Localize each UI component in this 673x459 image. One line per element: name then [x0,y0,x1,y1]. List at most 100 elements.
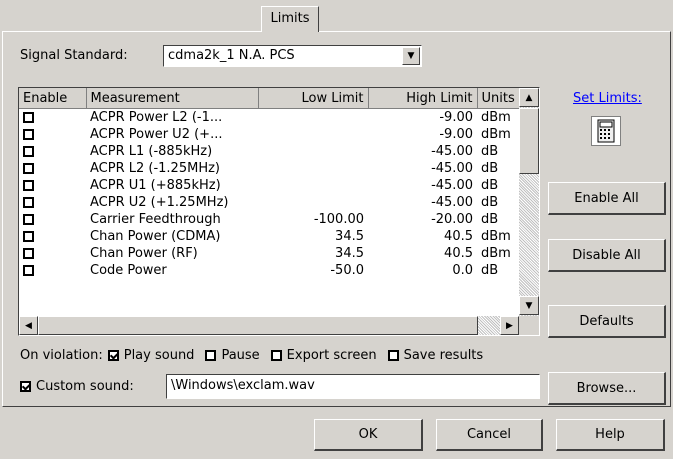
enable-all-button[interactable]: Enable All [548,182,666,215]
checkbox-unchecked-icon[interactable] [23,197,34,208]
horizontal-scrollbar-thumb[interactable] [38,316,478,335]
units-cell: dB [481,178,499,193]
browse-button[interactable]: Browse... [548,372,666,405]
calculator-icon[interactable] [591,116,621,146]
units-cell: dBm [481,110,511,125]
signal-standard-select[interactable]: cdma2k_1 N.A. PCS ▼ [163,45,422,67]
measurement-cell: Carrier Feedthrough [90,212,221,227]
units-cell: dBm [481,127,511,142]
table-row[interactable]: Carrier Feedthrough -100.00 -20.00 dB [19,211,519,228]
cancel-button[interactable]: Cancel [436,419,543,451]
high-limit-cell: -45.00 [431,195,473,210]
table-row[interactable]: ACPR Power L2 (-1... -9.00 dBm [19,109,519,127]
set-limits-link[interactable]: Set Limits: [573,91,642,106]
measurement-cell: ACPR U2 (+1.25MHz) [90,195,229,210]
play-sound-label: Play sound [123,348,195,363]
scroll-left-button[interactable]: ◀ [19,316,38,335]
checkbox-unchecked-icon[interactable] [270,350,282,361]
signal-standard-value: cdma2k_1 N.A. PCS [168,48,295,63]
units-cell: dB [481,263,499,278]
pause-checkbox[interactable]: Pause [205,348,260,363]
column-header-measurement[interactable]: Measurement [86,88,259,109]
low-limit-cell [258,143,368,160]
table-row[interactable]: ACPR U2 (+1.25MHz) -45.00 dB [19,194,519,211]
measurement-cell: ACPR L1 (-885kHz) [90,144,213,159]
high-limit-cell: -45.00 [431,178,473,193]
low-limit-cell [258,177,368,194]
measurement-cell: ACPR U1 (+885kHz) [90,178,221,193]
export-screen-label: Export screen [286,348,377,363]
column-header-enable[interactable]: Enable [19,88,87,109]
checkbox-unchecked-icon[interactable] [23,265,34,276]
measurement-cell: Code Power [90,263,167,278]
on-violation-row: On violation: Play sound Pause Export sc… [20,348,483,363]
enable-cell [19,143,86,160]
checkbox-unchecked-icon[interactable] [23,146,34,157]
disable-all-button[interactable]: Disable All [548,239,666,272]
export-screen-checkbox[interactable]: Export screen [270,348,377,363]
column-header-units[interactable]: Units [477,88,520,109]
low-limit-cell: -50.0 [330,263,364,278]
save-results-checkbox[interactable]: Save results [387,348,483,363]
table-row[interactable]: Chan Power (CDMA) 34.5 40.5 dBm [19,228,519,245]
checkbox-unchecked-icon[interactable] [387,350,399,361]
scroll-down-button[interactable]: ▼ [519,296,539,315]
checkbox-unchecked-icon[interactable] [23,214,34,225]
enable-cell [19,177,86,194]
table-row[interactable]: Chan Power (RF) 34.5 40.5 dBm [19,245,519,262]
custom-sound-path-value: \Windows\exclam.wav [171,378,315,393]
pause-label: Pause [221,348,260,363]
low-limit-cell [258,160,368,177]
ok-button[interactable]: OK [314,419,423,451]
scroll-right-button[interactable]: ▶ [500,316,519,335]
high-limit-cell: -9.00 [439,110,473,125]
limits-table[interactable]: Enable Measurement Low Limit High Limit … [18,87,540,336]
scroll-up-button[interactable]: ▲ [519,88,539,107]
enable-cell [19,262,86,279]
play-sound-checkbox[interactable]: Play sound [107,348,195,363]
low-limit-cell: 34.5 [335,246,364,261]
column-header-low-limit[interactable]: Low Limit [258,88,369,109]
table-row[interactable]: ACPR L2 (-1.25MHz) -45.00 dB [19,160,519,177]
defaults-button[interactable]: Defaults [548,305,666,338]
table-row[interactable]: ACPR U1 (+885kHz) -45.00 dB [19,177,519,194]
units-cell: dB [481,212,499,227]
units-cell: dB [481,161,499,176]
checkbox-unchecked-icon[interactable] [205,350,217,361]
low-limit-cell [258,126,368,143]
enable-cell [19,245,86,262]
scrollbar-thumb[interactable] [519,108,539,174]
table-row[interactable]: Code Power -50.0 0.0 dB [19,262,519,279]
high-limit-cell: -45.00 [431,144,473,159]
help-button[interactable]: Help [556,419,665,451]
checkbox-unchecked-icon[interactable] [23,180,34,191]
table-row[interactable]: ACPR L1 (-885kHz) -45.00 dB [19,143,519,160]
checkbox-unchecked-icon[interactable] [23,231,34,242]
units-cell: dB [481,144,499,159]
high-limit-cell: -45.00 [431,161,473,176]
checkbox-checked-icon[interactable] [107,350,119,361]
column-header-high-limit[interactable]: High Limit [368,88,478,109]
measurement-cell: ACPR Power L2 (-1... [90,110,223,125]
checkbox-unchecked-icon[interactable] [23,163,34,174]
checkbox-unchecked-icon[interactable] [23,112,34,123]
low-limit-cell [258,109,368,127]
tab-limits[interactable]: Limits [261,6,319,32]
high-limit-cell: 40.5 [444,229,473,244]
scrollbar-corner [519,316,539,335]
checkbox-unchecked-icon[interactable] [23,248,34,259]
horizontal-scrollbar[interactable]: ◀ ▶ [19,316,519,335]
table-row[interactable]: ACPR Power U2 (+... -9.00 dBm [19,126,519,143]
low-limit-cell: 34.5 [335,229,364,244]
measurement-cell: Chan Power (CDMA) [90,229,221,244]
custom-sound-checkbox[interactable]: Custom sound: [20,379,134,394]
checkbox-checked-icon[interactable] [20,381,31,392]
vertical-scrollbar[interactable]: ▲ ▼ [519,88,539,316]
custom-sound-label: Custom sound: [36,379,134,394]
custom-sound-path-input[interactable]: \Windows\exclam.wav [166,374,540,399]
checkbox-unchecked-icon[interactable] [23,129,34,140]
high-limit-cell: 40.5 [444,246,473,261]
enable-cell [19,228,86,245]
chevron-down-icon[interactable]: ▼ [402,47,420,65]
units-cell: dBm [481,246,511,261]
